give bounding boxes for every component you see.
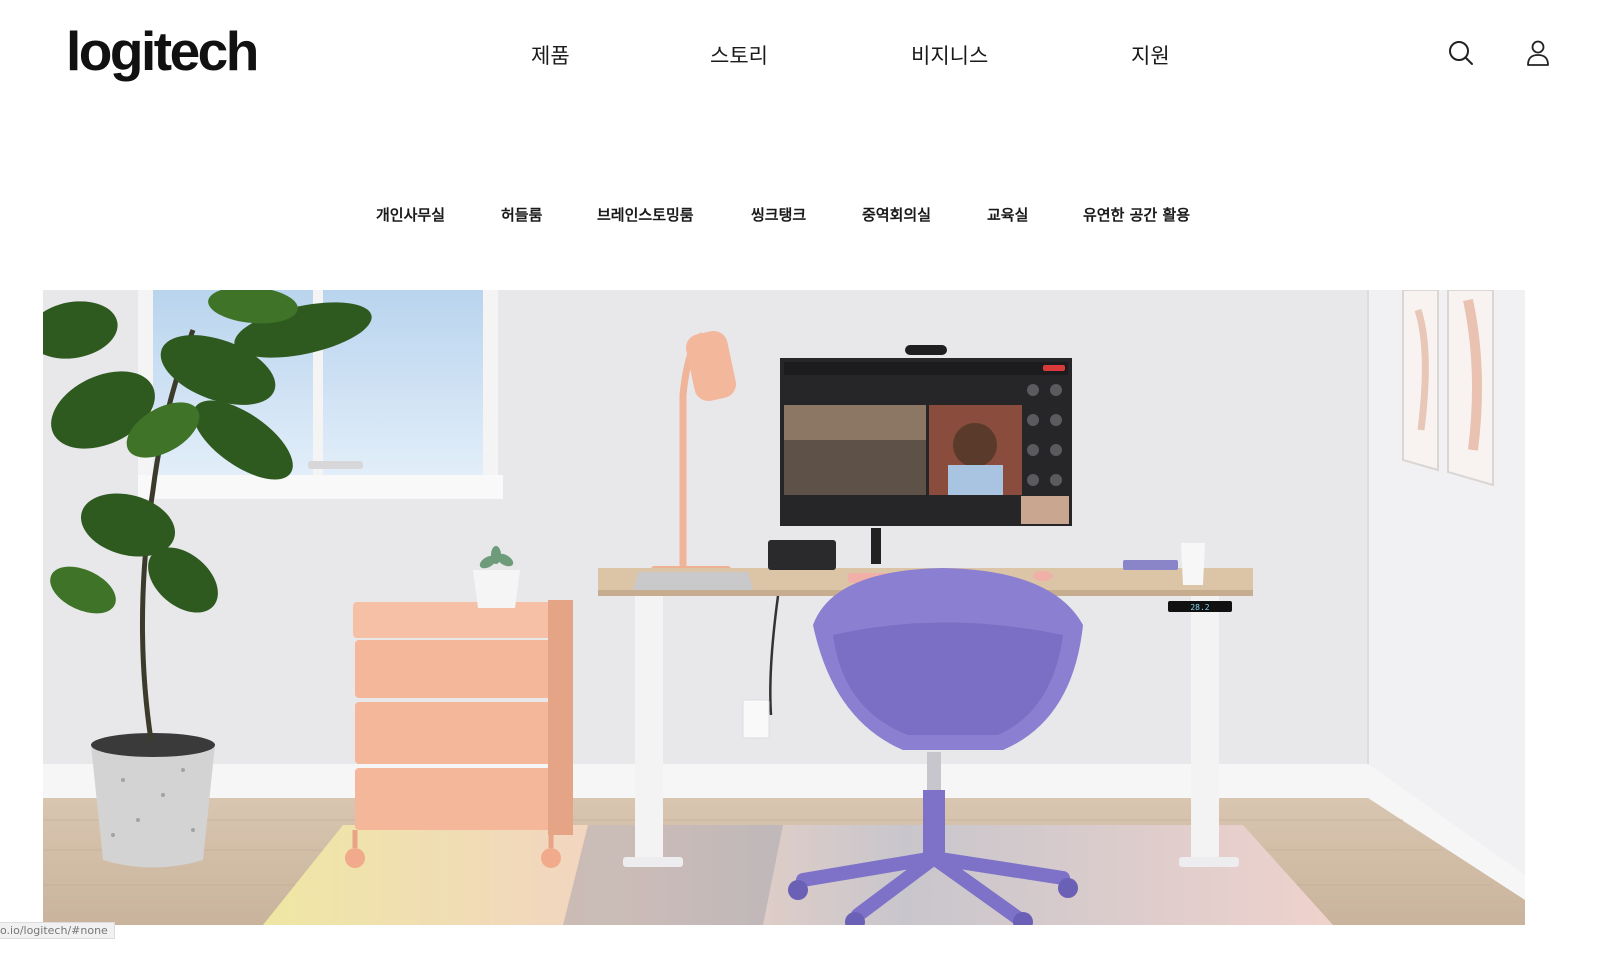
sub-nav-huddle-room[interactable]: 허들룸 <box>501 204 542 225</box>
desk-height-display: 28.2 <box>1190 603 1209 612</box>
sub-nav-brainstorm-room[interactable]: 브레인스토밍룸 <box>597 204 694 225</box>
nav-item-stories[interactable]: 스토리 <box>710 40 768 70</box>
nav-item-products[interactable]: 제품 <box>531 40 570 70</box>
user-icon[interactable] <box>1525 38 1555 68</box>
sub-nav-training-room[interactable]: 교육실 <box>987 204 1028 225</box>
hero-office-image: 28.2 <box>43 290 1525 925</box>
space-type-nav: 개인사무실 허들룸 브레인스토밍룸 씽크탱크 중역회의실 교육실 유연한 공간 … <box>0 204 1605 234</box>
nav-item-support[interactable]: 지원 <box>1131 40 1170 70</box>
main-nav: 제품 스토리 비지니스 지원 <box>0 40 1605 74</box>
sub-nav-flexible-space[interactable]: 유연한 공간 활용 <box>1083 204 1190 225</box>
nav-item-business[interactable]: 비지니스 <box>911 40 988 70</box>
site-header: logitech 제품 스토리 비지니스 지원 <box>0 0 1605 115</box>
status-bar-url: o.io/logitech/#none <box>0 922 115 939</box>
search-icon[interactable] <box>1446 38 1476 68</box>
sub-nav-executive-room[interactable]: 중역회의실 <box>862 204 931 225</box>
sub-nav-private-office[interactable]: 개인사무실 <box>376 204 445 225</box>
sub-nav-think-tank[interactable]: 씽크탱크 <box>751 204 806 225</box>
